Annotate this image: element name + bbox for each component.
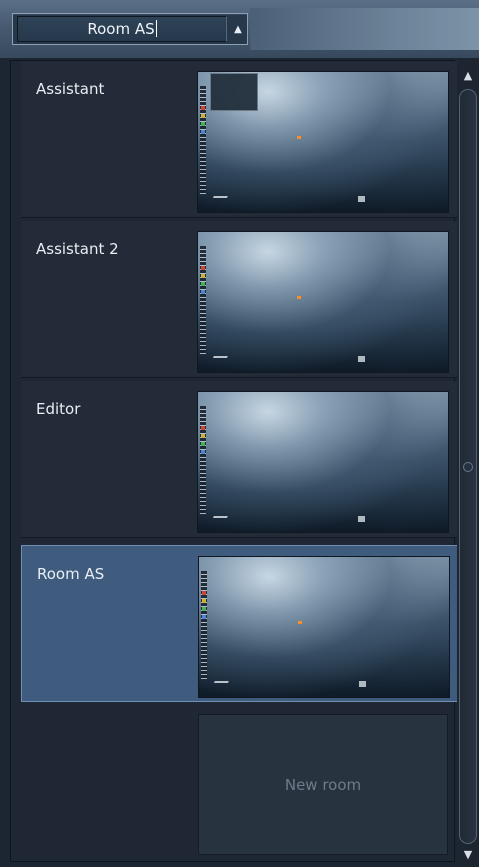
room-label: Editor [36, 400, 81, 418]
room-thumbnail[interactable] [198, 556, 450, 698]
up-arrow-icon[interactable]: ▲ [457, 64, 479, 86]
new-room-row: New room [21, 704, 460, 858]
room-thumbnail[interactable] [197, 391, 449, 533]
room-label: Assistant [36, 80, 105, 98]
room-item-assistant-2[interactable]: Assistant 2 [21, 221, 460, 378]
vertical-scrollbar[interactable]: ▲ ▼ [457, 60, 479, 867]
thumbnail-logo-left [210, 516, 228, 524]
toolbar-gradient [250, 8, 479, 50]
room-item-assistant[interactable]: Assistant [21, 61, 460, 218]
thumbnail-logo-right [358, 196, 365, 202]
room-label: Room AS [37, 565, 105, 583]
room-thumbnail[interactable] [197, 71, 449, 213]
thumbnail-dot [297, 136, 301, 139]
text-caret [155, 20, 157, 37]
thumbnail-logo-left [211, 681, 229, 689]
thumbnail-logo-right [358, 356, 365, 362]
thumbnail-dot [298, 621, 302, 624]
room-thumbnail[interactable] [197, 231, 449, 373]
room-switcher-window: Room AS ▲ Assistant Assistant 2 Editor R… [0, 0, 479, 867]
thumbnail-panel [210, 73, 258, 111]
top-toolbar: Room AS ▲ [0, 0, 479, 58]
thumbnail-sidebar [200, 246, 206, 354]
thumbnail-dot [297, 296, 301, 299]
thumbnail-sidebar [200, 86, 206, 194]
rooms-panel: Assistant Assistant 2 Editor Room AS New… [10, 60, 460, 862]
room-item-room-as[interactable]: Room AS [21, 545, 460, 702]
thumbnail-logo-right [358, 516, 365, 522]
thumbnail-logo-left [210, 196, 228, 204]
thumbnail-sidebar [200, 406, 206, 514]
room-name-input[interactable]: Room AS [17, 16, 227, 42]
thumbnail-sidebar [201, 571, 207, 679]
room-name-combo[interactable]: Room AS ▲ [12, 13, 248, 45]
room-label: Assistant 2 [36, 240, 119, 258]
up-arrow-icon[interactable]: ▲ [229, 17, 247, 41]
room-item-editor[interactable]: Editor [21, 381, 460, 538]
scroll-track[interactable] [459, 89, 477, 844]
new-room-button[interactable]: New room [198, 714, 448, 855]
down-arrow-icon[interactable]: ▼ [457, 843, 479, 865]
room-name-text: Room AS [87, 20, 155, 38]
scroll-thumb[interactable] [463, 462, 473, 472]
thumbnail-logo-left [210, 356, 228, 364]
new-room-label: New room [284, 775, 362, 794]
thumbnail-logo-right [359, 681, 366, 687]
